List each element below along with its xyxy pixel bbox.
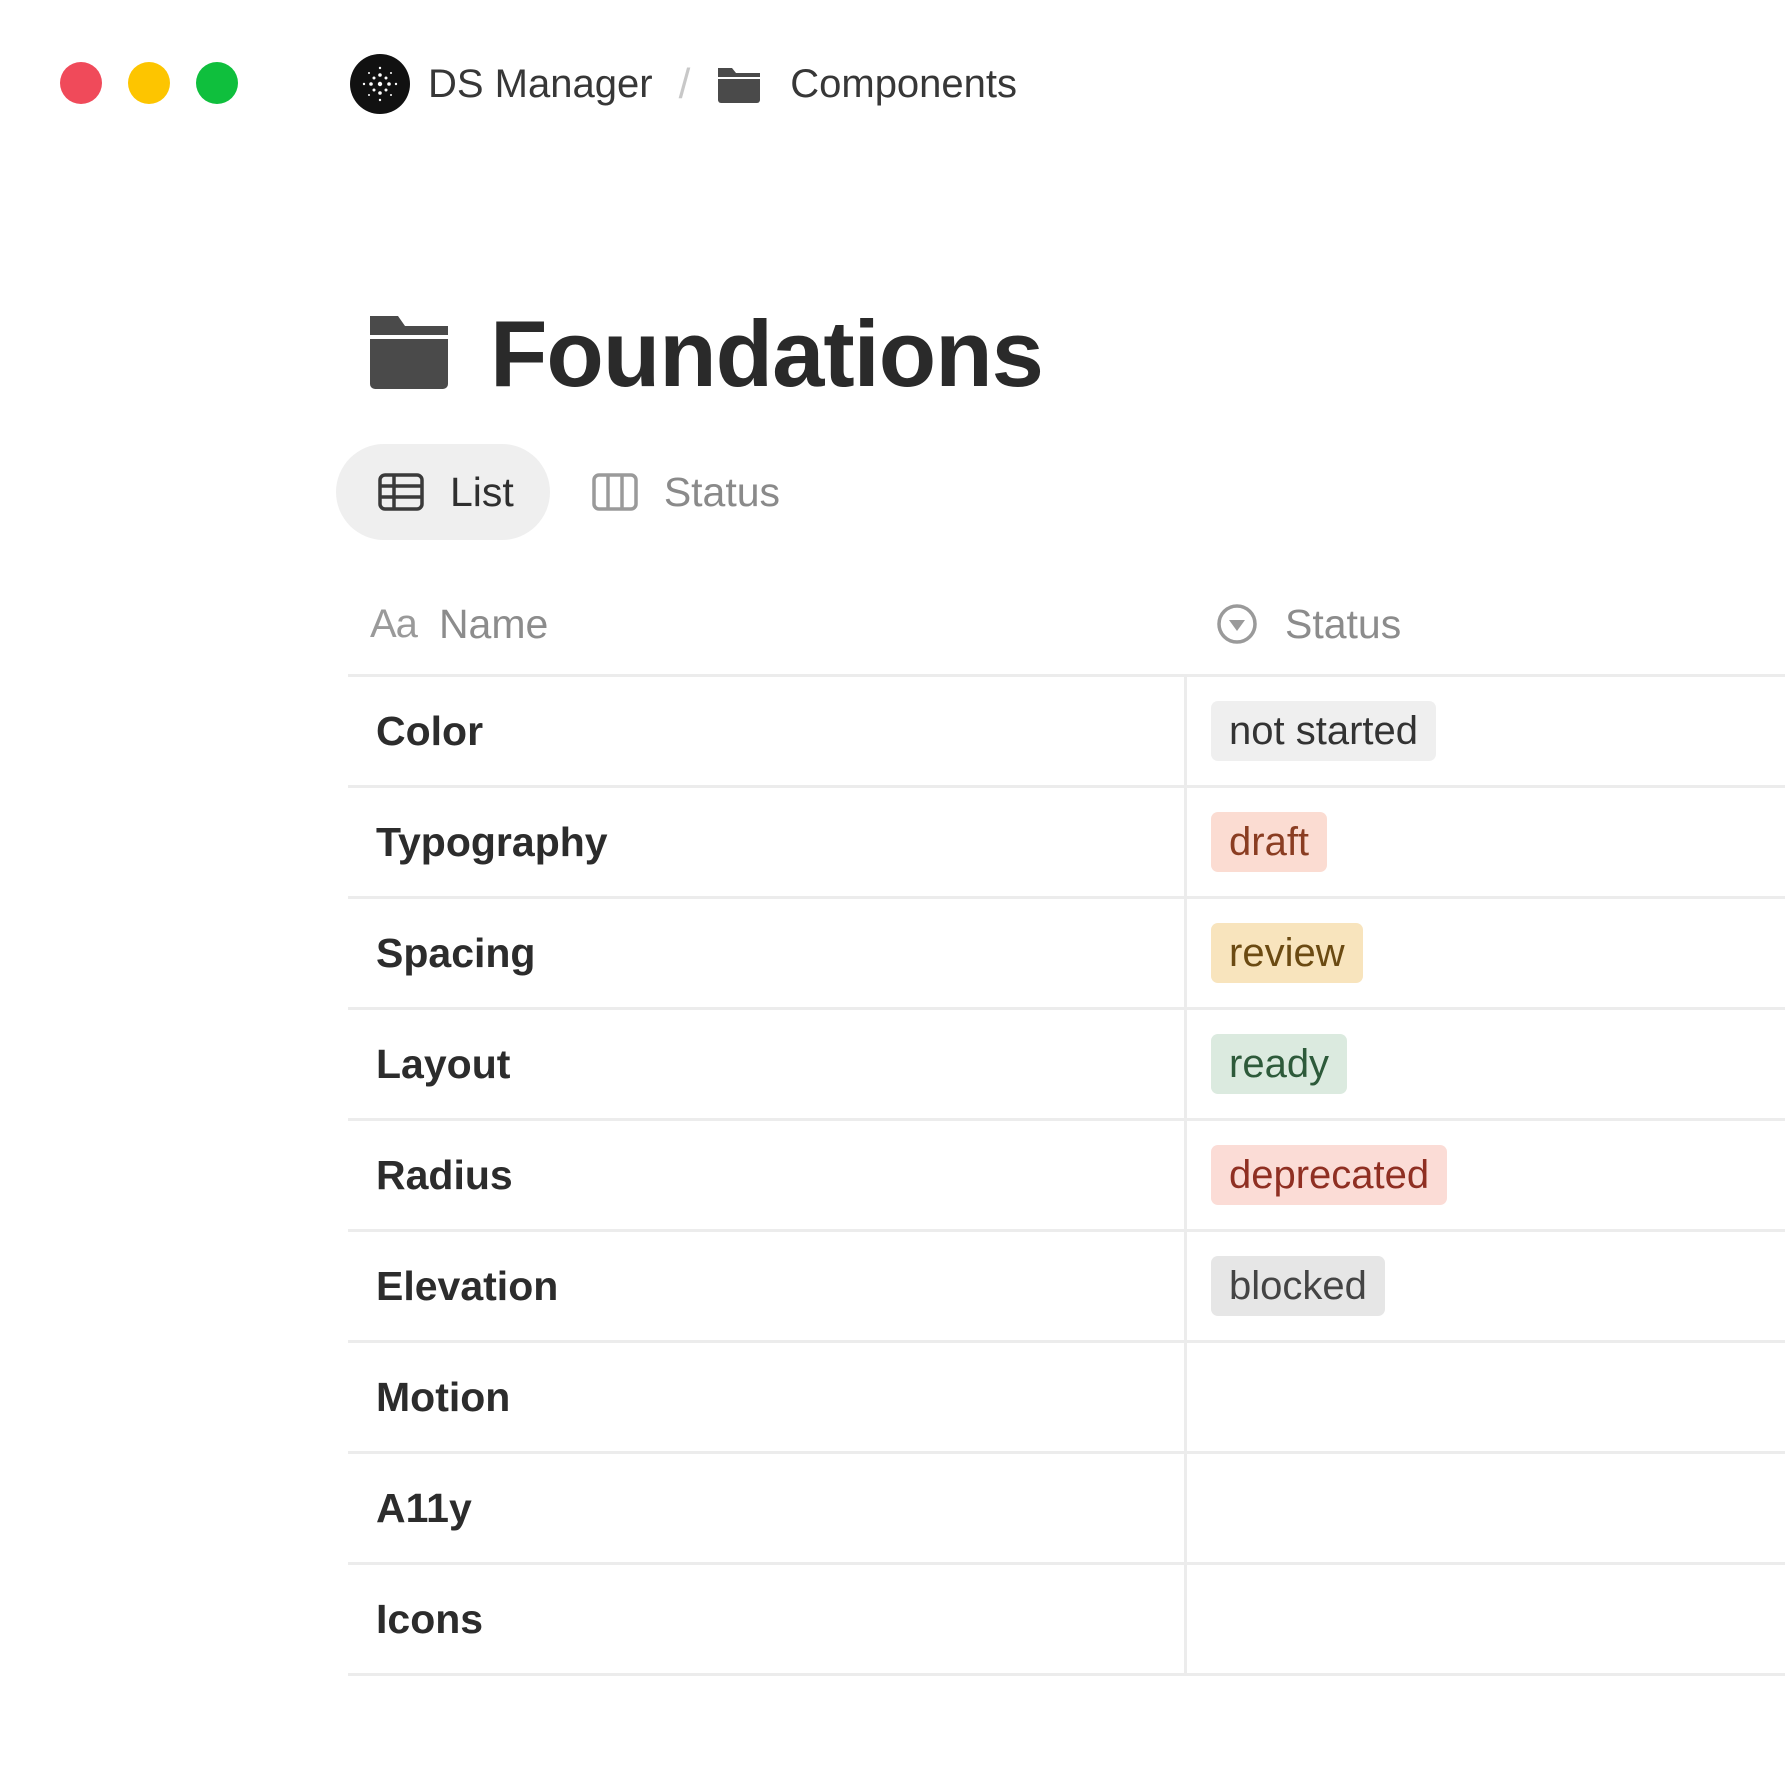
table-row[interactable]: Motion	[348, 1343, 1785, 1454]
status-badge[interactable]: blocked	[1211, 1256, 1385, 1316]
table-row[interactable]: Radius deprecated	[348, 1121, 1785, 1232]
breadcrumb-page[interactable]: Components	[790, 62, 1017, 107]
status-badge[interactable]: not started	[1211, 701, 1437, 761]
cell-status[interactable]	[1187, 1565, 1785, 1673]
column-header-name[interactable]: Aa Name	[348, 601, 1187, 648]
table-row[interactable]: Typography draft	[348, 788, 1785, 899]
breadcrumb-separator: /	[678, 60, 691, 107]
cell-status[interactable]: draft	[1187, 788, 1785, 896]
status-badge[interactable]: deprecated	[1211, 1145, 1448, 1205]
select-property-icon	[1217, 604, 1257, 644]
table-row[interactable]: Icons	[348, 1565, 1785, 1676]
breadcrumb: DS Manager / Components	[350, 52, 1017, 116]
cell-name[interactable]: A11y	[348, 1454, 1187, 1562]
cell-name[interactable]: Radius	[348, 1121, 1187, 1229]
table-body: Color not started Typography draft Spacing re…	[348, 677, 1785, 1676]
column-name-label: Name	[438, 600, 549, 647]
cell-status[interactable]: ready	[1187, 1010, 1785, 1118]
table-header: Aa Name Status	[348, 574, 1785, 677]
column-status-label: Status	[1285, 600, 1402, 647]
cell-status[interactable]: deprecated	[1187, 1121, 1785, 1229]
cell-name[interactable]: Color	[348, 677, 1187, 785]
close-window-button[interactable]	[60, 62, 102, 104]
cell-name[interactable]: Elevation	[348, 1232, 1187, 1340]
workspace-logo-icon[interactable]	[350, 54, 410, 114]
status-badge[interactable]: draft	[1211, 812, 1328, 872]
tab-list-label: List	[450, 468, 514, 515]
tab-status[interactable]: Status	[550, 444, 816, 540]
cell-name[interactable]: Icons	[348, 1565, 1187, 1673]
cell-status[interactable]: not started	[1187, 677, 1785, 785]
status-badge[interactable]: ready	[1211, 1034, 1348, 1094]
table-row[interactable]: A11y	[348, 1454, 1785, 1565]
table-row[interactable]: Elevation blocked	[348, 1232, 1785, 1343]
cell-name[interactable]: Motion	[348, 1343, 1187, 1451]
table-row[interactable]: Layout ready	[348, 1010, 1785, 1121]
cell-status[interactable]	[1187, 1454, 1785, 1562]
page-header: Foundations	[368, 300, 1044, 408]
table-row[interactable]: Spacing review	[348, 899, 1785, 1010]
table-row[interactable]: Color not started	[348, 677, 1785, 788]
column-header-status[interactable]: Status	[1187, 601, 1785, 648]
minimize-window-button[interactable]	[128, 62, 170, 104]
page-title[interactable]: Foundations	[490, 300, 1044, 408]
cell-status[interactable]: blocked	[1187, 1232, 1785, 1340]
maximize-window-button[interactable]	[196, 62, 238, 104]
cell-status[interactable]	[1187, 1343, 1785, 1451]
database-table: Aa Name Status Color not started Typograph…	[348, 574, 1785, 1676]
board-icon	[592, 473, 638, 511]
breadcrumb-workspace[interactable]: DS Manager	[428, 62, 653, 107]
text-property-icon: Aa	[370, 601, 418, 646]
window-controls	[60, 62, 238, 104]
table-icon	[378, 473, 424, 511]
tab-status-label: Status	[663, 468, 781, 515]
cell-name[interactable]: Spacing	[348, 899, 1187, 1007]
cell-name[interactable]: Layout	[348, 1010, 1187, 1118]
view-tabs: List Status	[336, 444, 816, 540]
cell-name[interactable]: Typography	[348, 788, 1187, 896]
folder-icon	[368, 314, 450, 395]
cell-status[interactable]: review	[1187, 899, 1785, 1007]
status-badge[interactable]: review	[1211, 923, 1363, 983]
folder-icon	[716, 64, 762, 104]
tab-list[interactable]: List	[336, 444, 550, 540]
